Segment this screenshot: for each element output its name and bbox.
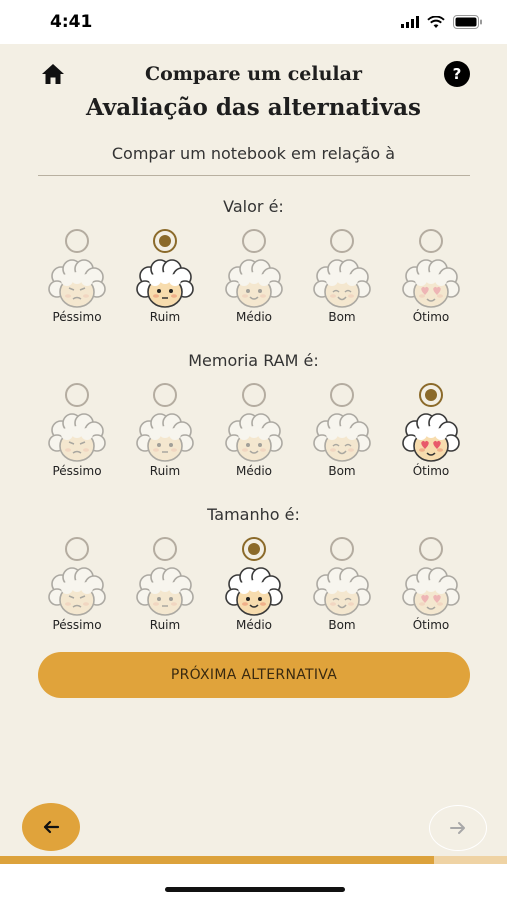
rating-label: Bom xyxy=(328,464,356,478)
rating-option[interactable]: Ruim xyxy=(125,351,205,478)
rating-option[interactable]: Bom xyxy=(302,505,382,632)
progress-bar xyxy=(0,856,507,864)
rating-option[interactable]: Péssimo xyxy=(37,197,117,324)
rating-label: Médio xyxy=(235,464,273,478)
rating-option[interactable]: Ótimo xyxy=(391,351,471,478)
rating-option[interactable]: Ótimo xyxy=(391,505,471,632)
rating-radio[interactable] xyxy=(419,537,443,561)
criterion-row: Tamanho é: Péssimo Ruim Médio Bom Ótimo xyxy=(0,505,507,645)
sheep-sad-icon xyxy=(47,413,107,465)
rating-radio[interactable] xyxy=(330,383,354,407)
signal-icon xyxy=(401,16,419,28)
sheep-smile-icon xyxy=(224,413,284,465)
rating-label: Bom xyxy=(328,310,356,324)
sheep-happy-icon xyxy=(312,567,372,619)
divider xyxy=(38,175,470,176)
rating-label: Bom xyxy=(328,618,356,632)
rating-label: Ruim xyxy=(149,464,181,478)
rating-label: Ótimo xyxy=(412,618,450,632)
rating-label: Péssimo xyxy=(52,464,102,478)
rating-radio[interactable] xyxy=(242,537,266,561)
header: Compare um celular ? xyxy=(0,60,507,90)
next-alternative-button[interactable]: PRÓXIMA ALTERNATIVA xyxy=(38,652,470,698)
rating-label: Médio xyxy=(235,618,273,632)
rating-label: Ótimo xyxy=(412,464,450,478)
app-screen: Compare um celular ? Avaliação das alter… xyxy=(0,44,507,864)
sheep-happy-icon xyxy=(312,259,372,311)
status-time: 4:41 xyxy=(50,12,93,32)
help-button[interactable]: ? xyxy=(444,61,470,87)
rating-option[interactable]: Médio xyxy=(214,351,294,478)
rating-radio[interactable] xyxy=(65,383,89,407)
sheep-love-icon xyxy=(401,413,461,465)
rating-radio[interactable] xyxy=(242,229,266,253)
rating-radio[interactable] xyxy=(153,229,177,253)
rating-label: Ruim xyxy=(149,310,181,324)
section-title: Avaliação das alternativas xyxy=(86,94,421,121)
arrow-left-icon xyxy=(43,820,60,834)
rating-option[interactable]: Péssimo xyxy=(37,351,117,478)
rating-option[interactable]: Ótimo xyxy=(391,197,471,324)
sheep-sad-icon xyxy=(47,259,107,311)
status-icons xyxy=(401,15,483,29)
sheep-love-icon xyxy=(401,567,461,619)
rating-label: Médio xyxy=(235,310,273,324)
rating-radio[interactable] xyxy=(65,537,89,561)
battery-icon xyxy=(453,15,482,29)
rating-radio[interactable] xyxy=(242,383,266,407)
rating-label: Péssimo xyxy=(52,618,102,632)
arrow-right-icon xyxy=(450,822,465,834)
wifi-icon xyxy=(427,15,445,28)
rating-label: Ruim xyxy=(149,618,181,632)
rating-label: Ótimo xyxy=(412,310,450,324)
criterion-row: Valor é: Péssimo Ruim Médio Bom Ótimo xyxy=(0,197,507,337)
sheep-love-icon xyxy=(401,259,461,311)
sheep-smile-icon xyxy=(224,567,284,619)
rating-radio[interactable] xyxy=(419,229,443,253)
rating-option[interactable]: Péssimo xyxy=(37,505,117,632)
rating-option[interactable]: Bom xyxy=(302,351,382,478)
page-title: Compare um celular xyxy=(145,63,362,85)
sheep-happy-icon xyxy=(312,413,372,465)
sheep-neutral-icon xyxy=(135,567,195,619)
rating-option[interactable]: Médio xyxy=(214,197,294,324)
status-bar: 4:41 xyxy=(0,0,507,44)
rating-radio[interactable] xyxy=(153,537,177,561)
rating-option[interactable]: Ruim xyxy=(125,197,205,324)
rating-option[interactable]: Bom xyxy=(302,197,382,324)
rating-radio[interactable] xyxy=(419,383,443,407)
rating-radio[interactable] xyxy=(65,229,89,253)
home-indicator xyxy=(165,887,345,892)
rating-option[interactable]: Ruim xyxy=(125,505,205,632)
progress-fill xyxy=(0,856,435,864)
comparison-prompt: Compar um notebook em relação à xyxy=(111,144,396,163)
rating-radio[interactable] xyxy=(330,537,354,561)
back-button[interactable] xyxy=(22,803,80,851)
rating-label: Péssimo xyxy=(52,310,102,324)
criterion-row: Memoria RAM é: Péssimo Ruim Médio Bom Ótimo xyxy=(0,351,507,491)
rating-option[interactable]: Médio xyxy=(214,505,294,632)
forward-button[interactable] xyxy=(429,805,487,851)
sheep-sad-icon xyxy=(47,567,107,619)
sheep-neutral-icon xyxy=(135,413,195,465)
rating-radio[interactable] xyxy=(330,229,354,253)
sheep-neutral-icon xyxy=(135,259,195,311)
rating-radio[interactable] xyxy=(153,383,177,407)
sheep-smile-icon xyxy=(224,259,284,311)
